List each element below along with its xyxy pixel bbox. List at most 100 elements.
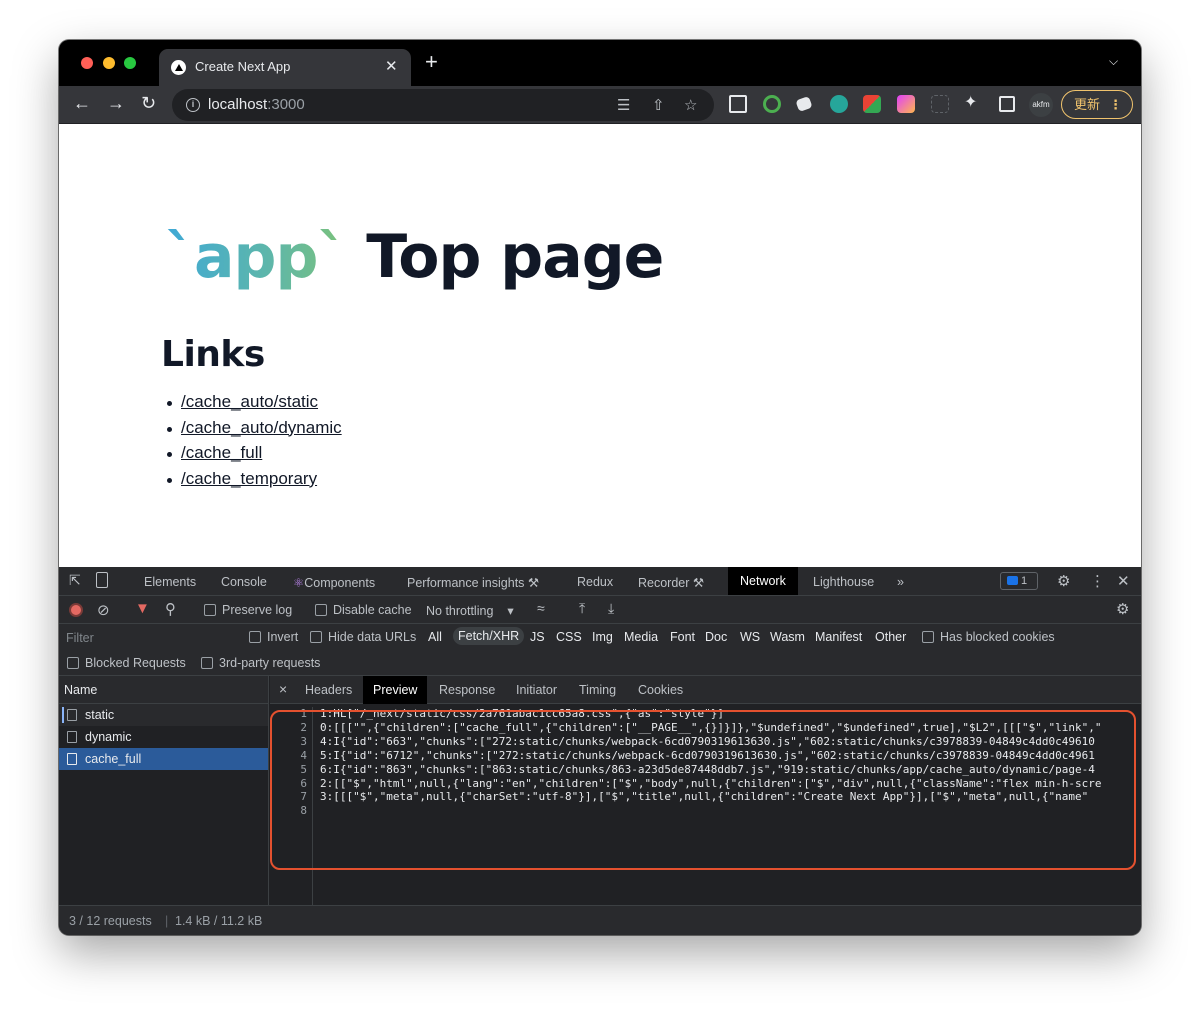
tab-components[interactable]: ⚛Components [293,575,375,590]
network-status-bar: 3 / 12 requests | 1.4 kB / 11.2 kB [59,905,1141,935]
url-host: localhost [208,96,268,113]
tab-console[interactable]: Console [221,575,267,589]
tab-title: Create Next App [195,59,291,74]
tab-lighthouse[interactable]: Lighthouse [813,575,874,589]
devtools-panel: ⇱ Elements Console ⚛Components Performan… [59,567,1141,935]
preserve-log-checkbox[interactable]: Preserve log [204,603,292,617]
tab-timing[interactable]: Timing [579,683,616,697]
table-row[interactable]: dynamic [59,726,268,748]
share-icon[interactable]: ⇧ [652,96,665,114]
extension-gradient-icon[interactable] [897,95,915,113]
has-blocked-cookies-checkbox[interactable]: Has blocked cookies [922,630,1055,644]
clear-icon[interactable]: ⊘ [97,601,110,619]
url-text[interactable]: localhost:3000 [208,96,305,113]
network-conditions-wifi-icon[interactable]: ≈ [537,600,545,616]
new-tab-button[interactable]: + [425,51,438,73]
extension-m-icon[interactable] [830,95,848,113]
checkbox-box [204,604,216,616]
device-toolbar-icon[interactable] [96,572,108,588]
filter-funnel-icon[interactable]: ▼ [135,600,150,617]
invert-checkbox[interactable]: Invert [249,630,298,644]
translate-icon[interactable]: ☰ [617,96,630,114]
third-party-requests-checkbox[interactable]: 3rd-party requests [201,656,320,670]
tab-search-chevron-icon[interactable]: ⌵ [1109,54,1118,69]
bookmark-star-icon[interactable]: ☆ [684,96,697,114]
hide-data-urls-checkbox[interactable]: Hide data URLs [310,630,416,644]
link-cache-auto-dynamic[interactable]: /cache_auto/dynamic [181,418,342,437]
filter-type-font[interactable]: Font [670,630,695,644]
tab-redux[interactable]: Redux [577,575,613,589]
filter-type-img[interactable]: Img [592,630,613,644]
tab-network[interactable]: Network [728,567,798,595]
profile-avatar[interactable]: akfm [1029,93,1053,117]
checkbox-box [201,657,213,669]
filter-type-js[interactable]: JS [530,630,545,644]
table-row[interactable]: cache_full [59,748,268,770]
site-info-icon[interactable]: i [186,98,200,112]
detail-tab-bar: × Headers Preview Response Initiator Tim… [270,676,1141,704]
tab-performance-insights[interactable]: Performance insights ⚒ [407,575,539,590]
filter-type-media[interactable]: Media [624,630,658,644]
filter-type-doc[interactable]: Doc [705,630,727,644]
disable-cache-checkbox[interactable]: Disable cache [315,603,412,617]
filter-type-all[interactable]: All [428,630,442,644]
close-detail-icon[interactable]: × [279,681,287,697]
record-button[interactable] [69,603,83,617]
blocked-requests-checkbox[interactable]: Blocked Requests [67,656,186,670]
filter-input[interactable]: Filter [66,631,94,645]
link-cache-full[interactable]: /cache_full [181,443,262,462]
forward-arrow-icon[interactable]: → [107,94,125,112]
window-maximize-button[interactable] [124,57,136,69]
table-row[interactable]: static [59,704,268,726]
network-settings-gear-icon[interactable]: ⚙ [1116,600,1129,618]
link-cache-temporary[interactable]: /cache_temporary [181,469,317,488]
page-title-code: `app` [165,222,347,292]
export-download-icon[interactable]: ⤓ [608,600,614,617]
filter-type-wasm[interactable]: Wasm [770,630,805,644]
update-button[interactable]: 更新 ⋮ [1061,90,1133,119]
tab-close-icon[interactable]: ✕ [385,57,398,75]
throttling-select[interactable]: No throttling ▾ [426,603,514,618]
tab-recorder[interactable]: Recorder ⚒ [638,575,704,590]
issues-badge[interactable]: 1 [1000,572,1038,590]
import-upload-icon[interactable]: ⤒ [579,600,585,617]
link-cache-auto-static[interactable]: /cache_auto/static [181,392,318,411]
checkbox-box [315,604,327,616]
filter-type-css[interactable]: CSS [556,630,582,644]
back-arrow-icon[interactable]: ← [73,94,91,112]
extensions-puzzle-icon[interactable]: ✦ [964,94,977,112]
tab-headers[interactable]: Headers [305,683,352,697]
window-minimize-button[interactable] [103,57,115,69]
extension-google-icon[interactable] [863,95,881,113]
browser-tab[interactable]: Create Next App ✕ [159,49,411,86]
extension-eraser-icon[interactable] [795,95,813,113]
name-column-header[interactable]: Name [59,676,268,704]
filter-type-fetch-xhr[interactable]: Fetch/XHR [453,627,525,645]
inspect-element-icon[interactable]: ⇱ [69,572,81,589]
search-icon[interactable]: ⚲ [165,600,176,618]
preview-code-viewer[interactable]: 1 2 3 4 5 6 7 8 1:HL["/_next/static/css/… [270,704,1141,905]
extension-screenshot-icon[interactable] [931,95,949,113]
settings-gear-icon[interactable]: ⚙ [1057,572,1070,590]
tab-cookies[interactable]: Cookies [638,683,683,697]
nextjs-favicon-icon [171,60,186,75]
more-options-icon[interactable]: ⋮ [1090,572,1105,590]
tab-response[interactable]: Response [439,683,495,697]
tab-elements[interactable]: Elements [144,575,196,589]
code-lines: 1:HL["/_next/static/css/2a761abac1cc65a8… [320,707,1140,818]
qr-code-icon[interactable] [729,95,747,113]
filter-type-manifest[interactable]: Manifest [815,630,862,644]
file-icon [67,709,77,721]
side-panel-icon[interactable] [999,96,1015,112]
tab-initiator[interactable]: Initiator [516,683,557,697]
filter-type-other[interactable]: Other [875,630,906,644]
extension-ring-icon[interactable] [763,95,781,113]
reload-icon[interactable]: ↻ [141,94,156,112]
more-tabs-chevron[interactable]: » [897,575,904,589]
close-devtools-icon[interactable]: ✕ [1117,572,1130,590]
tab-preview[interactable]: Preview [363,676,428,704]
window-close-button[interactable] [81,57,93,69]
address-bar[interactable]: i localhost:3000 ☰ ⇧ ☆ [172,89,714,121]
links-list: /cache_auto/static /cache_auto/dynamic /… [165,392,342,494]
filter-type-ws[interactable]: WS [740,630,760,644]
